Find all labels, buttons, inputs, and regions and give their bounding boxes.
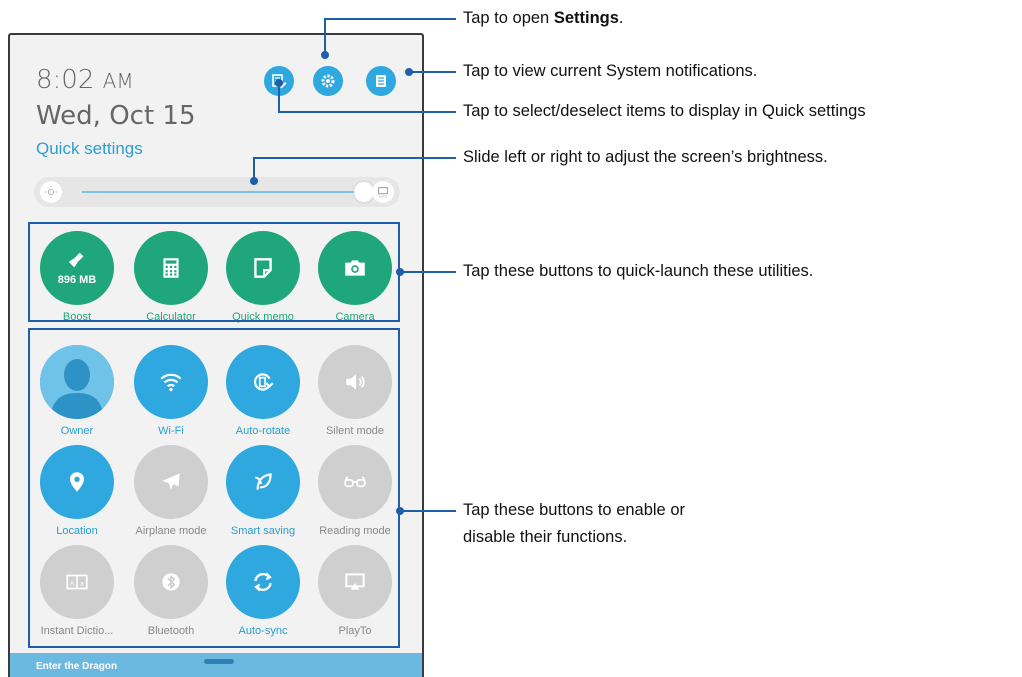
settings-callout: Tap to open Settings. [463, 9, 624, 27]
toggles-callout-line [400, 510, 456, 512]
brightness-callout: Slide left or right to adjust the screen… [463, 148, 828, 166]
select-callout-line-v [278, 82, 280, 112]
brightness-track[interactable] [82, 191, 358, 193]
date-label: Wed, Oct 15 [36, 101, 196, 131]
toggles-callout-line2: disable their functions. [463, 528, 628, 546]
svg-text:AUTO: AUTO [379, 195, 388, 199]
toggles-callout-line1: Tap these buttons to enable or [463, 501, 685, 519]
brightness-auto-icon[interactable]: AUTO [372, 181, 394, 203]
brightness-slider[interactable]: AUTO [34, 177, 400, 207]
clock: 8:02 AM [36, 65, 134, 95]
notifications-callout-line [408, 71, 456, 73]
notifications-button[interactable] [366, 66, 396, 96]
brightness-callout-line-v [253, 157, 255, 181]
brightness-callout-line-h [253, 157, 456, 159]
utilities-highlight-box [28, 222, 400, 322]
brightness-thumb[interactable] [354, 182, 374, 202]
settings-callout-line-h [324, 18, 456, 20]
settings-callout-bold: Settings [553, 9, 619, 27]
brightness-low-icon [40, 181, 62, 203]
drag-handle[interactable] [204, 659, 234, 664]
clock-ampm: AM [102, 69, 134, 93]
utilities-callout: Tap these buttons to quick-launch these … [463, 262, 814, 280]
select-callout: Tap to select/deselect items to display … [463, 102, 866, 120]
settings-icon [321, 74, 335, 88]
settings-button[interactable] [313, 66, 343, 96]
notifications-callout: Tap to view current System notifications… [463, 62, 758, 80]
select-callout-line-h [278, 111, 456, 113]
settings-callout-line-v [324, 18, 326, 54]
bottom-bar-text: Enter the Dragon [36, 661, 118, 672]
utilities-callout-line [400, 271, 456, 273]
bottom-bar[interactable]: Enter the Dragon [10, 653, 422, 677]
toggles-highlight-box [28, 328, 400, 648]
notifications-icon [376, 75, 386, 87]
clock-time: 8:02 [36, 65, 95, 95]
quick-settings-title: Quick settings [36, 139, 143, 158]
